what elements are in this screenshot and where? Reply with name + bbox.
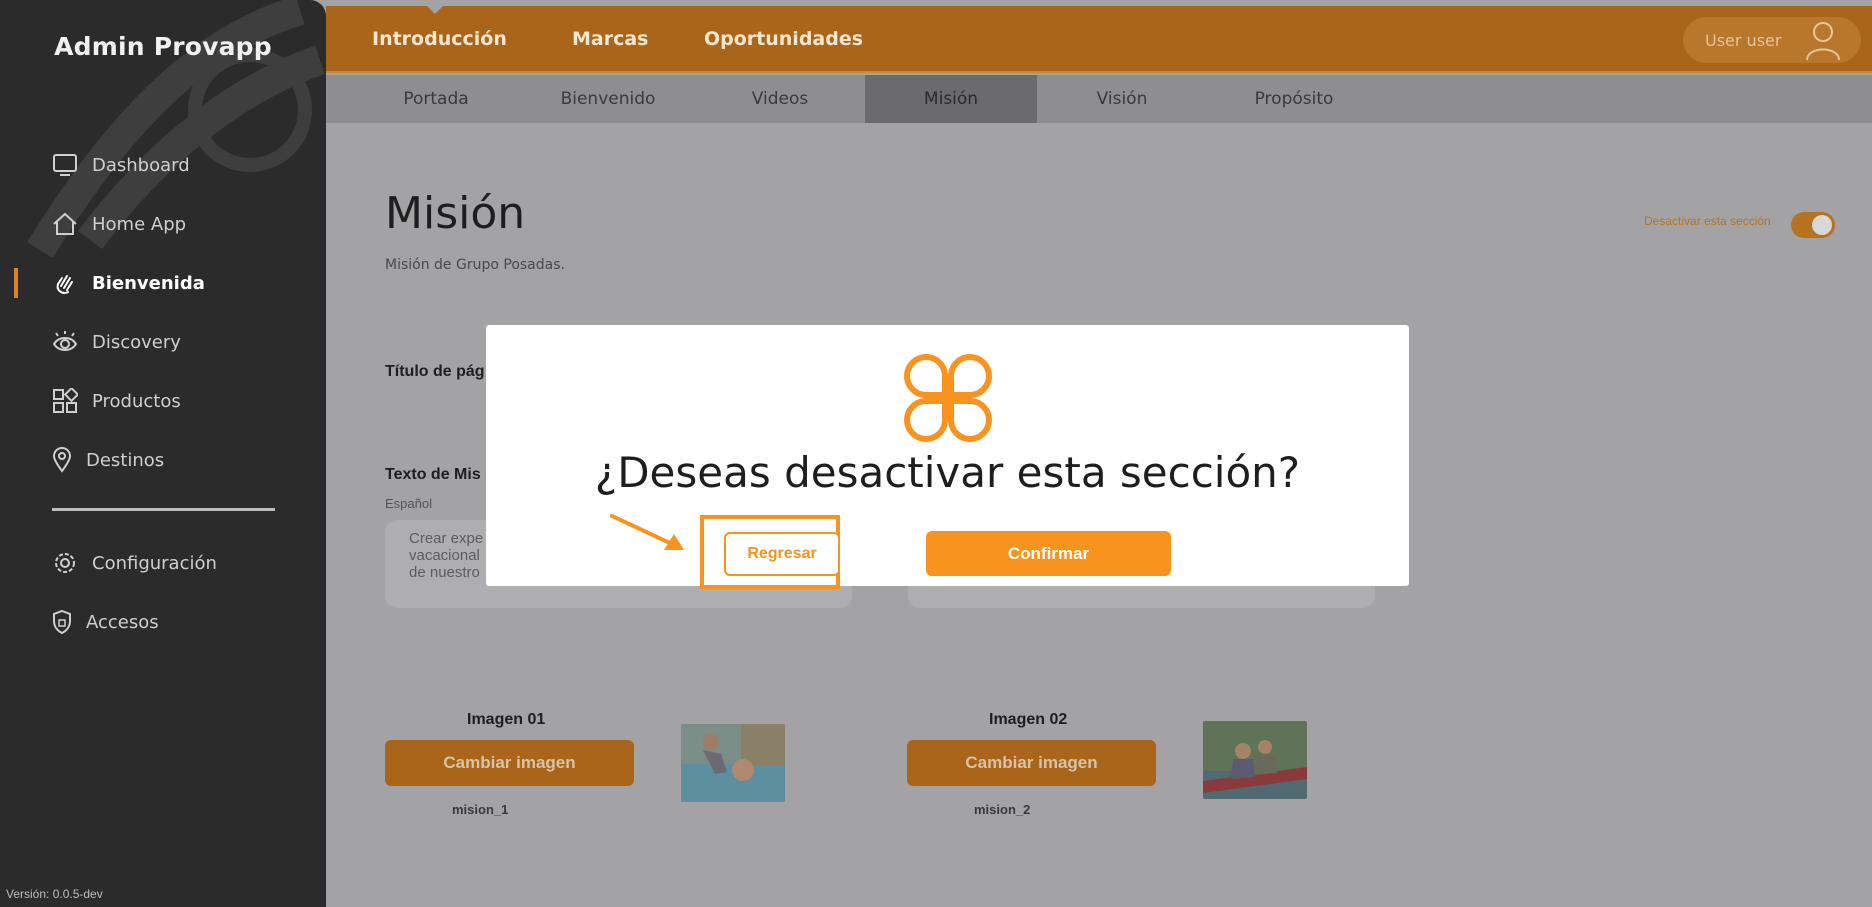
- section-toggle[interactable]: [1791, 212, 1835, 238]
- arrow-annotation-icon: [610, 514, 684, 550]
- change-image-01-button[interactable]: Cambiar imagen: [385, 740, 634, 786]
- app-brand: Admin Provapp: [54, 32, 272, 61]
- subtab-videos[interactable]: Videos: [694, 75, 866, 123]
- active-tab-notch: [425, 4, 445, 14]
- image-01-label: Imagen 01: [467, 711, 546, 728]
- user-name: User user: [1705, 30, 1782, 50]
- sidebar-item-home-app[interactable]: Home App: [52, 207, 186, 241]
- subtab-bienvenido[interactable]: Bienvenido: [522, 75, 694, 123]
- sidebar-item-discovery[interactable]: Discovery: [52, 325, 181, 359]
- eye-icon: [52, 329, 78, 355]
- sidebar-item-label: Discovery: [92, 331, 181, 353]
- sidebar-item-label: Bienvenida: [92, 272, 205, 294]
- sidebar-item-bienvenida[interactable]: Bienvenida: [14, 266, 205, 300]
- title-field-label: Título de pág: [385, 363, 485, 380]
- subtab-vision[interactable]: Visión: [1036, 75, 1208, 123]
- image-01-filename: mision_1: [452, 802, 509, 817]
- waving-hand-icon: [52, 270, 78, 296]
- toggle-label: Desactivar esta sección: [1644, 214, 1771, 228]
- dialog-question: ¿Deseas desactivar esta sección?: [594, 448, 1301, 497]
- sidebar-item-label: Dashboard: [92, 154, 190, 176]
- sidebar-item-destinos[interactable]: Destinos: [52, 443, 164, 477]
- home-icon: [52, 211, 78, 237]
- toggle-knob: [1812, 215, 1832, 235]
- tab-oportunidades[interactable]: Oportunidades: [704, 28, 863, 50]
- sidebar-divider: [52, 508, 275, 511]
- top-navbar: [326, 6, 1872, 73]
- version-text: Versión: 0.0.5-dev: [6, 887, 103, 901]
- image-02-label: Imagen 02: [989, 711, 1068, 728]
- page-subtitle: Misión de Grupo Posadas.: [385, 257, 565, 273]
- location-pin-icon: [52, 447, 72, 473]
- image-02-filename: mision_2: [974, 802, 1031, 817]
- sidebar-item-label: Productos: [92, 390, 181, 412]
- active-marker: [14, 268, 18, 298]
- user-menu-button[interactable]: User user: [1683, 17, 1861, 63]
- gear-icon: [52, 550, 78, 576]
- image-02-thumbnail: [1203, 721, 1307, 799]
- change-image-02-button[interactable]: Cambiar imagen: [907, 740, 1156, 786]
- confirm-button[interactable]: Confirmar: [926, 531, 1171, 576]
- shield-lock-icon: [52, 609, 72, 635]
- back-button[interactable]: Regresar: [724, 532, 840, 576]
- tab-introduccion[interactable]: Introducción: [372, 28, 507, 50]
- monitor-icon: [52, 152, 78, 178]
- sidebar-item-dashboard[interactable]: Dashboard: [52, 148, 190, 182]
- sidebar-item-label: Destinos: [86, 449, 165, 471]
- sidebar-item-label: Configuración: [92, 552, 217, 574]
- sidebar: Admin Provapp Dashboard Home App Bienven…: [0, 0, 326, 907]
- sidebar-item-accesos[interactable]: Accesos: [52, 605, 159, 639]
- sidebar-item-configuracion[interactable]: Configuración: [52, 546, 217, 580]
- language-hint: Español: [385, 496, 432, 511]
- text-field-label: Texto de Mis: [385, 466, 481, 483]
- subtab-portada[interactable]: Portada: [350, 75, 522, 123]
- clover-logo-icon: [904, 354, 992, 442]
- sidebar-item-label: Accesos: [86, 611, 159, 633]
- sidebar-item-productos[interactable]: Productos: [52, 384, 181, 418]
- user-avatar-icon: [1806, 22, 1840, 61]
- subtab-proposito[interactable]: Propósito: [1208, 75, 1380, 123]
- tab-marcas[interactable]: Marcas: [572, 28, 649, 50]
- page-title: Misión: [385, 188, 526, 239]
- grid-shapes-icon: [52, 388, 78, 414]
- image-01-thumbnail: [681, 724, 785, 802]
- sidebar-item-label: Home App: [92, 213, 187, 235]
- subtab-mision[interactable]: Misión: [865, 75, 1037, 123]
